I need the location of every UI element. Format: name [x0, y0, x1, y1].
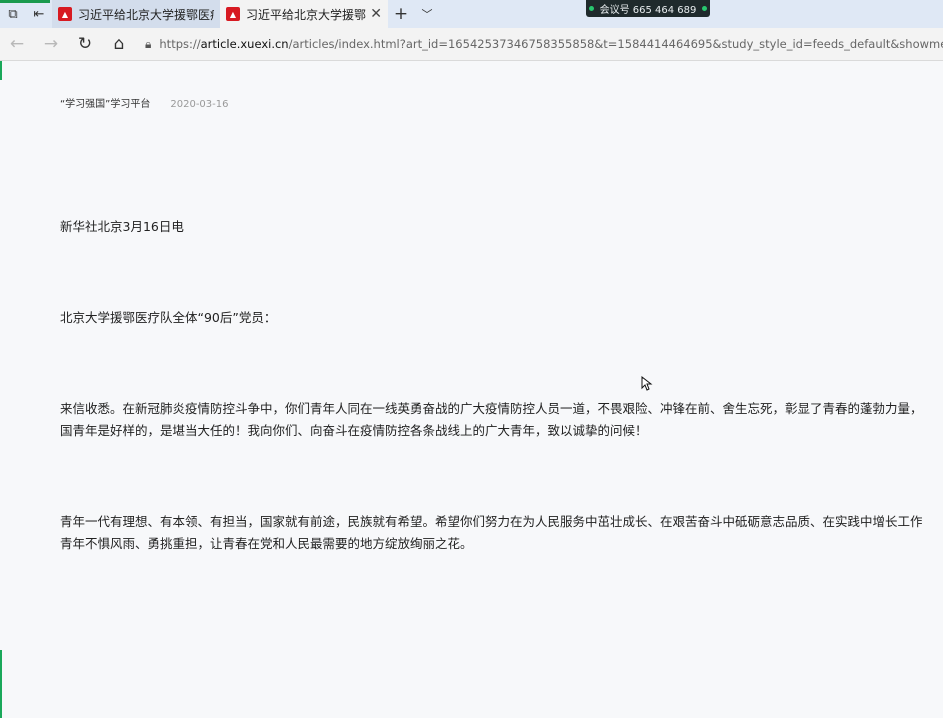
tab-article-2[interactable]: ▲ 习近平给北京大学援鄂医 ✕ [220, 0, 388, 28]
meeting-badge[interactable]: 会议号 665 464 689 [586, 0, 710, 17]
meeting-status-dot-right [702, 6, 708, 11]
article-paragraph-2-line-2: 青年不惧风雨、勇挑重担，让青春在党和人民最需要的地方绽放绚丽之花。 [60, 536, 473, 551]
navigation-bar: ← → ↻ ⌂ 🔒︎ https://article.xuexi.cn/arti… [0, 28, 943, 61]
article-paragraph-1-line-1: 来信收悉。在新冠肺炎疫情防控斗争中，你们青年人同在一线英勇奋战的广大疫情防控人员… [60, 401, 923, 416]
article-salutation: 北京大学援鄂医疗队全体“90后”党员： [60, 310, 277, 325]
url-host: article.xuexi.cn [200, 37, 289, 51]
meeting-id: 会议号 665 464 689 [599, 5, 697, 16]
left-accent-bottom [0, 650, 2, 718]
left-accent-top [0, 61, 2, 80]
tab-label: 习近平给北京大学援鄂医 [246, 7, 367, 22]
article-dateline: 新华社北京3月16日电 [60, 219, 184, 234]
url-scheme: https:// [159, 37, 201, 51]
article-paragraph-2-line-1: 青年一代有理想、有本领、有担当，国家就有前途，民族就有希望。希望你们努力在为人民… [60, 514, 923, 529]
meeting-status-dot [588, 6, 594, 11]
back-button[interactable]: ← [0, 28, 34, 61]
xuexi-favicon-icon: ▲ [58, 7, 72, 21]
article-meta: “学习强国”学习平台 2020-03-16 [60, 95, 229, 110]
home-button[interactable]: ⌂ [102, 28, 136, 61]
article-paragraph-1-line-2: 国青年是好样的，是堪当大任的！我向你们、向奋斗在疫情防控各条战线上的广大青年，致… [60, 423, 648, 438]
refresh-button[interactable]: ↻ [68, 28, 102, 61]
tab-article-1[interactable]: ▲ 习近平给北京大学援鄂医疗 [52, 0, 220, 28]
tab-strip: ⧉ ⇤ ▲ 习近平给北京大学援鄂医疗 ▲ 习近平给北京大学援鄂医 ✕ + ﹀ [0, 0, 943, 28]
tab-actions-icon[interactable]: ⧉ [0, 0, 26, 28]
article-date: 2020-03-16 [170, 99, 229, 110]
article-source: “学习强国”学习平台 [60, 99, 151, 110]
new-tab-button[interactable]: + [388, 0, 414, 28]
mouse-cursor-icon [641, 376, 653, 391]
lock-icon: 🔒︎ [145, 36, 152, 51]
set-aside-tabs-icon[interactable]: ⇤ [26, 0, 52, 28]
green-stripe [0, 0, 50, 3]
tab-list-chevron-icon[interactable]: ﹀ [414, 0, 440, 28]
close-tab-icon[interactable]: ✕ [370, 6, 382, 22]
forward-button[interactable]: → [34, 28, 68, 61]
address-bar[interactable]: 🔒︎ https://article.xuexi.cn/articles/ind… [145, 31, 943, 57]
url-path: /articles/index.html?art_id=165425373467… [288, 37, 943, 51]
tab-label: 习近平给北京大学援鄂医疗 [78, 7, 214, 22]
xuexi-favicon-icon: ▲ [226, 7, 240, 21]
